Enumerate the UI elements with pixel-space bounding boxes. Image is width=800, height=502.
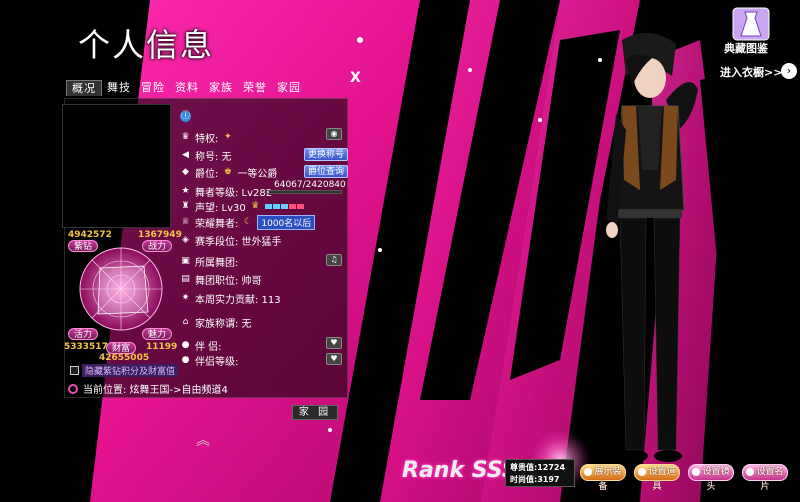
stats-box: 尊贵值:12724 时尚值:3197 — [505, 459, 575, 487]
reputation-crown-icon: ♛ — [251, 201, 260, 211]
glory-label: 荣耀舞者: — [195, 219, 239, 230]
nobility-icon: ◆ — [182, 167, 189, 177]
vitality-value: 5333517 — [64, 342, 108, 352]
change-title-button[interactable]: 更换称号 — [304, 148, 349, 161]
duration-value: 时尚值:3197 — [510, 475, 560, 484]
power-value: 1367949 — [138, 230, 182, 240]
star-icon: ★ — [181, 186, 190, 196]
troupe-role-row: ▤ 舞团职位: 帅哥 — [180, 272, 262, 287]
nobility-label: 爵位: — [195, 169, 219, 180]
exp-text: 64067/2420840 — [274, 180, 346, 190]
troupe-role-icon: ▤ — [181, 274, 190, 284]
tab-bar: 概况 舞技 冒险 资料 家族 荣誉 家园 — [66, 80, 306, 96]
tab-home[interactable]: 家园 — [272, 80, 306, 96]
set-card-button[interactable]: 设置名片 — [742, 464, 788, 492]
reputation-gems — [264, 201, 305, 212]
eye-icon[interactable]: ◉ — [326, 128, 342, 140]
wealth-value: 42655005 — [99, 353, 150, 363]
partner-icon: ● — [181, 340, 190, 350]
couple-level-row: ● 伴侣等级: — [180, 353, 239, 368]
tab-overview[interactable]: 概况 — [66, 80, 102, 96]
info-circle-icon: ⓘ — [180, 111, 191, 122]
reputation-icon: ♜ — [181, 201, 190, 211]
season-rank: 赛季段位: 世外猛手 — [195, 237, 282, 248]
troupe-row: ▣ 所属舞团: — [180, 254, 238, 269]
moon-icon: ☾ — [243, 217, 252, 227]
show-equipment-button[interactable]: 展示装备 — [580, 464, 626, 492]
partner-label: 伴 侣: — [195, 342, 222, 353]
info-top-icons: ⓘ — [180, 111, 191, 122]
glory-icon: ♕ — [181, 217, 190, 227]
character-avatar — [606, 32, 698, 462]
contribution-value: 尊贵值:12724 — [510, 463, 566, 472]
partner-heart-icon[interactable]: ♥ — [326, 337, 342, 349]
wardrobe-link[interactable]: 进入衣橱>> — [720, 64, 782, 80]
privilege-icon: ♛ — [181, 132, 190, 142]
reputation-value: 声望: Lv30 — [195, 203, 246, 214]
hide-values-toggle[interactable]: 隐藏紫钻积分及财富值 — [70, 364, 179, 377]
couple-heart-icon[interactable]: ♥ — [326, 353, 342, 365]
partner-row: ● 伴 侣: — [180, 338, 222, 353]
dancer-level: 舞者等级: Lv282 — [195, 188, 273, 199]
tab-family[interactable]: 家族 — [204, 80, 238, 96]
exp-bar-fill — [267, 191, 269, 193]
crown-icon: ♚ — [223, 167, 232, 177]
reputation-row: ♜ 声望: Lv30 ♛ — [180, 199, 305, 214]
vitality-label: 活力 — [68, 328, 99, 340]
avatar — [62, 104, 171, 228]
charm-value: 11199 — [146, 342, 178, 352]
nobility-value: 一等公爵 — [237, 169, 278, 180]
radar-chart — [79, 247, 163, 331]
season-icon: ◈ — [182, 235, 189, 245]
privilege-label: 特权: — [195, 134, 219, 145]
rank-badge: Rank SSS — [402, 458, 518, 483]
wardrobe-arrow-icon[interactable]: › — [781, 63, 797, 79]
dress-collection-icon[interactable] — [731, 6, 771, 42]
exp-bar — [266, 190, 342, 194]
charm-label: 魅力 — [142, 328, 173, 340]
couple-level: 伴侣等级: — [195, 357, 239, 368]
collapse-up-icon[interactable]: ︽ — [196, 430, 210, 450]
set-items-button[interactable]: 设置道具 — [634, 464, 680, 492]
contribution-icon: ✷ — [181, 293, 190, 303]
family-title: 家族称谓: 无 — [195, 319, 252, 330]
dancer-level-row: ★ 舞者等级: Lv282 — [180, 184, 272, 199]
title-label: 称号: 无 — [195, 152, 232, 163]
home-button[interactable]: 家 园 — [292, 405, 338, 420]
troupe-icon: ▣ — [181, 256, 190, 266]
nobility-query-button[interactable]: 爵位查询 — [304, 165, 349, 178]
troupe-music-icon[interactable]: ♫ — [326, 254, 342, 266]
weekly-contribution: 本周实力贡献: 113 — [195, 295, 281, 306]
family-icon: ⌂ — [182, 317, 189, 327]
title-icon: ◀ — [182, 150, 189, 160]
hide-values-checkbox[interactable] — [70, 366, 79, 375]
troupe-role: 舞团职位: 帅哥 — [195, 276, 262, 287]
season-row: ◈ 赛季段位: 世外猛手 — [180, 233, 282, 248]
tab-honor[interactable]: 荣誉 — [238, 80, 272, 96]
purple-diamond-value: 4942572 — [68, 230, 112, 240]
tab-profile[interactable]: 资料 — [170, 80, 204, 96]
collection-label[interactable]: 典藏图鉴 — [724, 40, 768, 56]
couple-icon: ● — [181, 355, 190, 365]
contribution-row: ✷ 本周实力贡献: 113 — [180, 291, 281, 306]
privilege-badge-icon: ✦ — [224, 132, 232, 142]
nobility-row: ◆ 爵位: ♚ 一等公爵 — [180, 165, 277, 180]
title-row: ◀ 称号: 无 — [180, 148, 232, 163]
tab-adventure[interactable]: 冒险 — [136, 80, 170, 96]
location-icon — [68, 383, 78, 394]
tab-dance-skill[interactable]: 舞技 — [102, 80, 136, 96]
location-text: 当前位置: 炫舞王国->自由频道4 — [83, 385, 228, 396]
current-location: 当前位置: 炫舞王国->自由频道4 — [68, 381, 228, 396]
troupe-label: 所属舞团: — [195, 258, 239, 269]
hide-values-label: 隐藏紫钻积分及财富值 — [82, 364, 179, 377]
family-title-row: ⌂ 家族称谓: 无 — [180, 315, 252, 330]
privilege-row: ♛ 特权: ✦ — [180, 130, 233, 145]
close-button[interactable]: X — [350, 70, 361, 86]
set-camera-button[interactable]: 设置镜头 — [688, 464, 734, 492]
glory-row: ♕ 荣耀舞者: ☾ 1000名以后 — [180, 215, 316, 230]
glory-rank-badge: 1000名以后 — [257, 215, 316, 230]
page-title: 个人信息 — [78, 26, 215, 64]
